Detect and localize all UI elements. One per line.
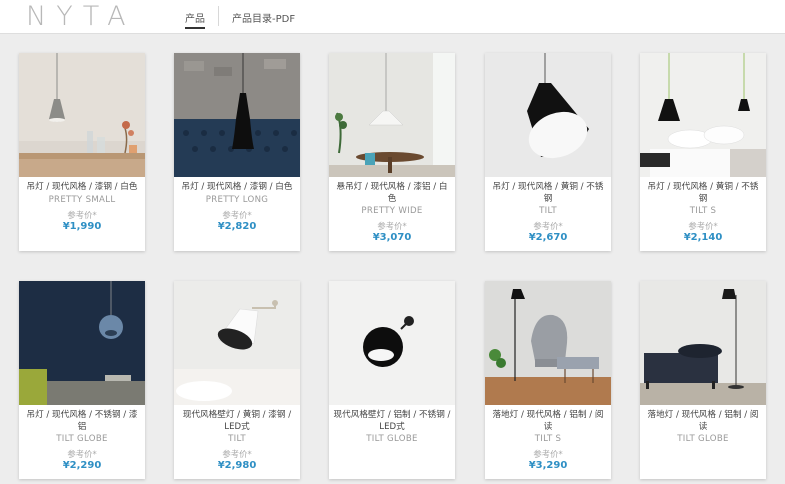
product-card[interactable]: 吊灯 / 现代风格 / 漆钢 / 白色 PRETTY LONG 参考价* ¥2,… [174,53,300,251]
product-photo[interactable] [485,53,611,177]
product-name: PRETTY SMALL [48,194,116,205]
product-name: TILT S [534,434,562,444]
product-card[interactable]: 吊灯 / 现代风格 / 不锈钢 / 漆铝 TILT GLOBE 参考价* ¥2,… [19,281,145,479]
product-card[interactable]: 吊灯 / 现代风格 / 漆钢 / 白色 PRETTY SMALL 参考价* ¥1… [19,53,145,251]
product-card[interactable]: 现代风格壁灯 / 铝制 / 不锈钢 / LED式 TILT GLOBE [329,281,455,479]
reference-price-label: 参考价* [67,449,97,459]
product-price: ¥3,070 [372,232,412,243]
product-category: 吊灯 / 现代风格 / 漆钢 / 白色 [181,182,293,192]
reference-price-label: 参考价* [377,221,407,231]
product-name: PRETTY LONG [205,194,269,205]
product-category: 吊灯 / 现代风格 / 漆钢 / 白色 [26,182,138,192]
product-category: 吊灯 / 现代风格 / 不锈钢 / 漆铝 [26,410,138,432]
product-category: 落地灯 / 现代风格 / 铝制 / 阅读 [647,410,759,432]
product-name: TILT [539,206,557,216]
product-name: TILT GLOBE [56,434,108,444]
reference-price-label: 参考价* [533,221,563,231]
reference-price-label: 参考价* [222,209,252,220]
product-category: 悬吊灯 / 现代风格 / 漆铝 / 白色 [336,182,448,204]
product-category: 吊灯 / 现代风格 / 黄铜 / 不锈钢 [492,182,604,204]
product-category: 现代风格壁灯 / 铝制 / 不锈钢 / LED式 [333,410,451,432]
product-card[interactable]: 现代风格壁灯 / 黄铜 / 漆钢 / LED式 TILT 参考价* ¥2,980 [174,281,300,479]
product-photo[interactable] [329,53,455,177]
product-price: ¥1,990 [62,220,102,232]
product-name: TILT GLOBE [677,434,729,444]
product-price: ¥2,670 [528,232,568,243]
product-price: ¥2,140 [683,232,723,243]
tab-products[interactable]: 产品 [185,10,205,29]
product-price: ¥2,820 [217,220,257,232]
product-card[interactable]: 悬吊灯 / 现代风格 / 漆铝 / 白色 PRETTY WIDE 参考价* ¥3… [329,53,455,251]
product-card[interactable]: 落地灯 / 现代风格 / 铝制 / 阅读 TILT S 参考价* ¥3,290 [485,281,611,479]
product-photo[interactable] [19,53,145,177]
product-photo[interactable] [329,281,455,405]
reference-price-label: 参考价* [222,449,252,459]
product-price: ¥2,290 [62,460,102,471]
top-bar: NYTA 产品 产品目录-PDF [0,0,785,34]
product-category: 吊灯 / 现代风格 / 黄铜 / 不锈钢 [647,182,759,204]
product-price: ¥3,290 [528,460,568,471]
product-photo[interactable] [174,281,300,405]
product-name: TILT [228,434,246,444]
product-card[interactable]: 吊灯 / 现代风格 / 黄铜 / 不锈钢 TILT S 参考价* ¥2,140 [640,53,766,251]
product-photo[interactable] [640,281,766,405]
product-photo[interactable] [485,281,611,405]
product-card[interactable]: 落地灯 / 现代风格 / 铝制 / 阅读 TILT GLOBE [640,281,766,479]
product-name: PRETTY WIDE [361,206,423,216]
reference-price-label: 参考价* [67,209,97,220]
product-photo[interactable] [174,53,300,177]
product-category: 落地灯 / 现代风格 / 铝制 / 阅读 [492,410,604,432]
product-photo[interactable] [19,281,145,405]
product-name: TILT GLOBE [366,434,418,444]
brand-logo[interactable]: NYTA [26,1,136,32]
product-photo[interactable] [640,53,766,177]
tab-catalog-pdf[interactable]: 产品目录-PDF [232,10,295,25]
reference-price-label: 参考价* [688,221,718,231]
product-price: ¥2,980 [217,460,257,471]
product-category: 现代风格壁灯 / 黄铜 / 漆钢 / LED式 [182,410,292,432]
reference-price-label: 参考价* [533,449,563,459]
product-card[interactable]: 吊灯 / 现代风格 / 黄铜 / 不锈钢 TILT 参考价* ¥2,670 [485,53,611,251]
nav-divider [218,6,219,26]
product-name: TILT S [689,206,717,216]
